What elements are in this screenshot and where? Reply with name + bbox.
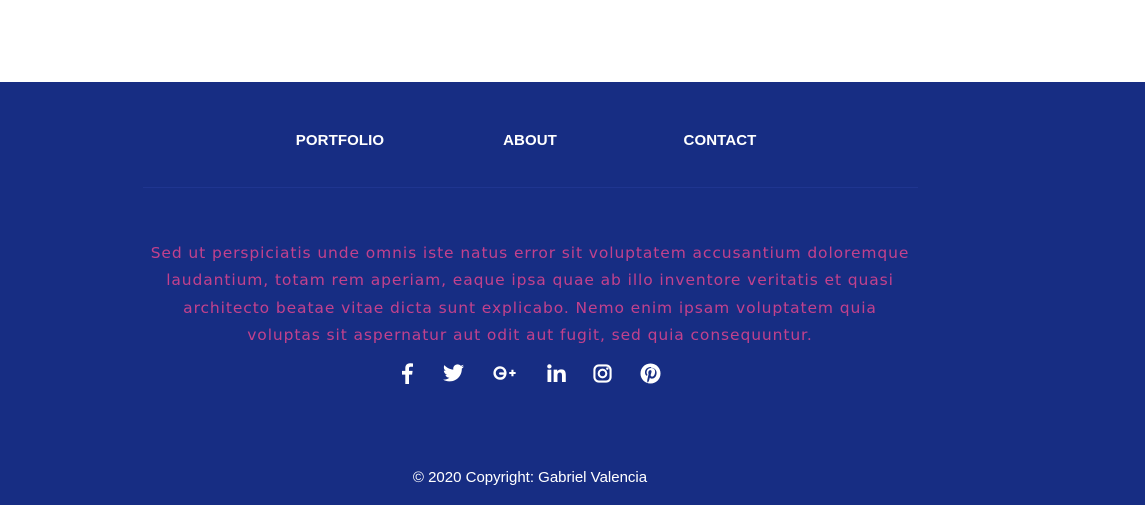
instagram-icon[interactable] — [590, 361, 614, 385]
twitter-icon[interactable] — [441, 361, 465, 385]
page-top-blank-area — [0, 0, 1145, 82]
footer-nav-portfolio[interactable]: PORTFOLIO — [296, 132, 384, 149]
linkedin-icon[interactable] — [544, 361, 568, 385]
google-plus-icon[interactable] — [493, 361, 517, 385]
pinterest-icon[interactable] — [638, 361, 662, 385]
copyright-text: © 2020 Copyright: Gabriel Valencia — [412, 469, 648, 486]
footer-nav-contact[interactable]: CONTACT — [684, 132, 757, 149]
footer-description: Sed ut perspiciatis unde omnis iste natu… — [150, 244, 910, 344]
facebook-icon[interactable] — [395, 361, 419, 385]
footer-nav-about[interactable]: ABOUT — [503, 132, 557, 149]
site-footer: PORTFOLIO ABOUT CONTACT Sed ut perspicia… — [0, 82, 1145, 505]
footer-divider — [143, 187, 918, 188]
